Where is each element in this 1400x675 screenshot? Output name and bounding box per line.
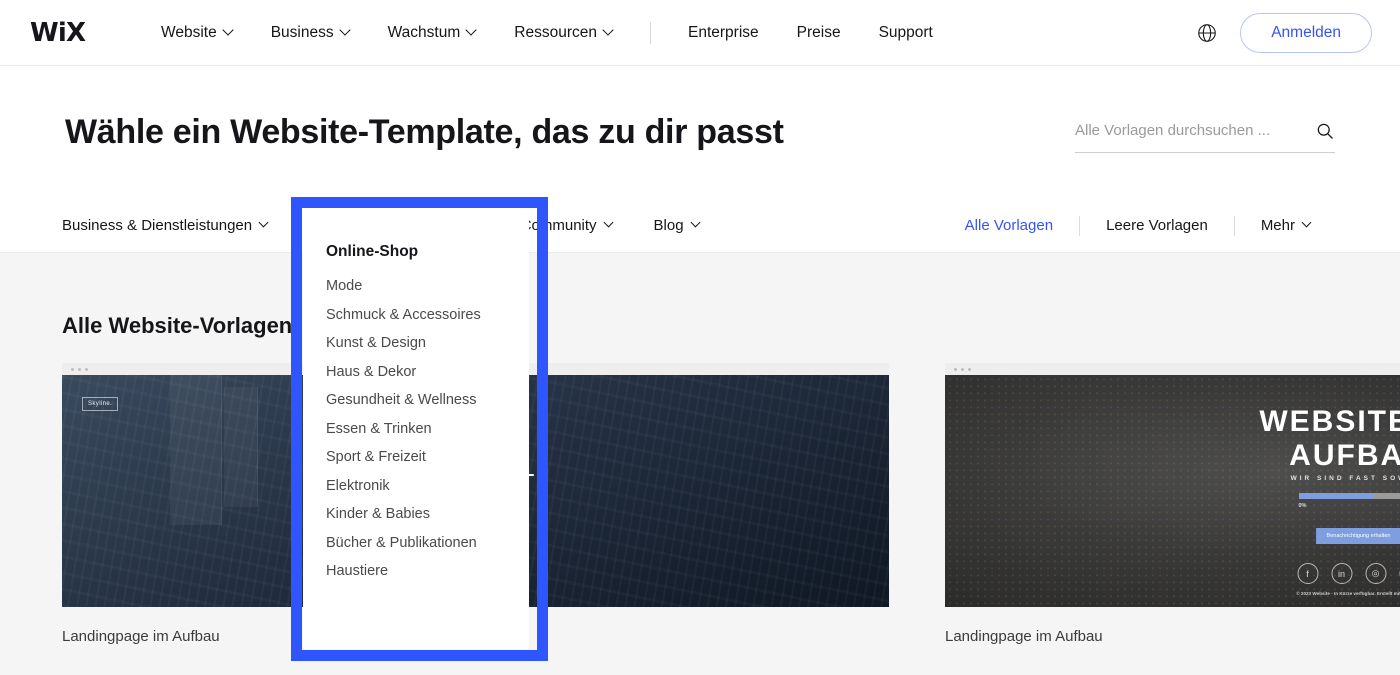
dropdown-item-elektronik[interactable]: Elektronik	[326, 478, 529, 494]
template-preview-frame: START WEBSITE IM AUFBAU WIR SIND FAST SO…	[945, 363, 1400, 607]
nav-label: Wachstum	[387, 23, 461, 41]
nav-divider	[649, 21, 651, 44]
nav-item-business[interactable]: Business	[252, 24, 369, 42]
title-block: Wähle ein Website-Template, das zu dir p…	[0, 66, 1400, 199]
dropdown-item-haustiere[interactable]: Haustiere	[326, 563, 529, 579]
building-shape	[170, 375, 222, 525]
progress-fill	[1298, 493, 1373, 499]
window-dot	[78, 367, 81, 371]
header-actions: Anmelden	[1196, 12, 1372, 53]
dropdown-item-essen-trinken[interactable]: Essen & Trinken	[326, 421, 529, 437]
dropdown-item-kinder-babies[interactable]: Kinder & Babies	[326, 506, 529, 522]
dropdown-item-haus-dekor[interactable]: Haus & Dekor	[326, 364, 529, 380]
preview-footer: © 2023 Website - In Kürze verfügbar. Ers…	[1296, 591, 1400, 596]
preview-headline-line1: WEBSITE IM	[1259, 405, 1400, 438]
dropdown-item-sport-freizeit[interactable]: Sport & Freizeit	[326, 449, 529, 465]
nav-item-website[interactable]: Website	[142, 24, 252, 42]
page-title: Wähle ein Website-Template, das zu dir p…	[65, 113, 784, 151]
category-blog[interactable]: Blog	[654, 199, 701, 253]
main-content: Alle Website-Vorlagen Skyline. NEUE	[0, 253, 1400, 675]
nav-item-preise[interactable]: Preise	[778, 24, 860, 42]
nav-item-enterprise[interactable]: Enterprise	[669, 24, 778, 42]
window-dot	[968, 367, 971, 371]
link-label: Alle Vorlagen	[964, 217, 1054, 234]
category-community[interactable]: Community	[521, 199, 614, 253]
page-root: WiX Website Business Wachstum Ressourcen	[0, 0, 1400, 675]
nav-label: Ressourcen	[514, 23, 597, 41]
preview-cta-button: Benachrichtigung erhalten	[1315, 528, 1400, 544]
top-header: WiX Website Business Wachstum Ressourcen	[0, 0, 1400, 66]
instagram-icon: ◎	[1365, 563, 1386, 584]
facebook-icon: f	[1297, 563, 1318, 584]
preview-brand: Skyline.	[82, 397, 119, 411]
nav-label: Enterprise	[687, 23, 759, 41]
template-card-caption: Landingpage im Aufbau	[945, 628, 1103, 645]
category-label: Community	[520, 217, 597, 234]
main-navigation: Website Business Wachstum Ressourcen Ent…	[142, 21, 952, 44]
browser-chrome-bar	[945, 363, 1400, 375]
dropdown-item-mode[interactable]: Mode	[326, 278, 529, 294]
chevron-down-icon	[605, 219, 614, 228]
dropdown-title: Online-Shop	[326, 243, 419, 260]
link-mehr[interactable]: Mehr	[1235, 217, 1338, 234]
nav-item-support[interactable]: Support	[860, 24, 952, 42]
svg-text:WiX: WiX	[30, 18, 86, 48]
preview-headline: WEBSITE IM AUFBAU	[1259, 405, 1400, 472]
section-title: Alle Website-Vorlagen	[62, 313, 293, 338]
category-business-dienstleistungen[interactable]: Business & Dienstleistungen	[62, 199, 269, 253]
template-grid: Skyline. NEUE HOMEPAGE KOMMT BALD BLEIBE…	[62, 363, 1400, 645]
preview-headline-line2: AUFBAU	[1289, 438, 1400, 472]
chevron-down-icon	[604, 26, 613, 35]
chevron-down-icon	[467, 26, 476, 35]
link-leere-vorlagen[interactable]: Leere Vorlagen	[1080, 217, 1234, 234]
chevron-down-icon	[692, 219, 701, 228]
template-search[interactable]	[1075, 121, 1335, 153]
nav-label: Website	[161, 23, 217, 41]
category-bar-right: Alle Vorlagen Leere Vorlagen Mehr	[939, 215, 1338, 236]
template-card[interactable]: START WEBSITE IM AUFBAU WIR SIND FAST SO…	[945, 363, 1400, 645]
dropdown-item-gesundheit-wellness[interactable]: Gesundheit & Wellness	[326, 392, 529, 408]
window-dot	[85, 367, 88, 371]
nav-label: Preise	[796, 23, 841, 41]
linkedin-icon: in	[1331, 563, 1352, 584]
category-label: Business & Dienstleistungen	[62, 217, 253, 234]
nav-label: Business	[270, 23, 334, 41]
dropdown-item-kunst-design[interactable]: Kunst & Design	[326, 335, 529, 351]
nav-item-ressourcen[interactable]: Ressourcen	[495, 24, 632, 42]
social-icons: f in ◎ ✦	[1297, 563, 1400, 584]
link-alle-vorlagen[interactable]: Alle Vorlagen	[939, 217, 1079, 234]
category-bar: Business & Dienstleistungen Shop Kreativ…	[0, 199, 1400, 253]
login-button[interactable]: Anmelden	[1240, 12, 1372, 53]
link-label: Leere Vorlagen	[1106, 217, 1208, 234]
dropdown-item-schmuck-accessoires[interactable]: Schmuck & Accessoires	[326, 307, 529, 323]
chevron-down-icon	[224, 26, 233, 35]
chevron-down-icon	[1303, 219, 1312, 228]
progress-labels: 0% 100%	[1299, 503, 1400, 509]
chevron-down-icon	[260, 219, 269, 228]
wix-logo[interactable]: WiX	[30, 16, 108, 50]
shop-dropdown-menu[interactable]: Online-Shop Mode Schmuck & Accessoires K…	[303, 209, 529, 649]
search-input[interactable]	[1075, 122, 1315, 139]
progress-bar	[1298, 493, 1400, 499]
nav-label: Support	[878, 23, 933, 41]
progress-start-label: 0%	[1298, 503, 1307, 509]
building-shape	[224, 387, 258, 507]
preview-subline: WIR SIND FAST SOWEIT	[1290, 475, 1400, 482]
globe-icon[interactable]	[1196, 22, 1218, 44]
dropdown-item-buecher-publikationen[interactable]: Bücher & Publikationen	[326, 535, 529, 551]
window-dot	[71, 367, 74, 371]
search-icon[interactable]	[1315, 121, 1335, 141]
chevron-down-icon	[341, 26, 350, 35]
nav-item-wachstum[interactable]: Wachstum	[369, 24, 496, 42]
category-label: Blog	[653, 217, 684, 234]
window-dot	[954, 367, 957, 371]
link-label: Mehr	[1260, 217, 1295, 234]
window-dot	[961, 367, 964, 371]
template-thumbnail-aufbau[interactable]: START WEBSITE IM AUFBAU WIR SIND FAST SO…	[945, 375, 1400, 607]
